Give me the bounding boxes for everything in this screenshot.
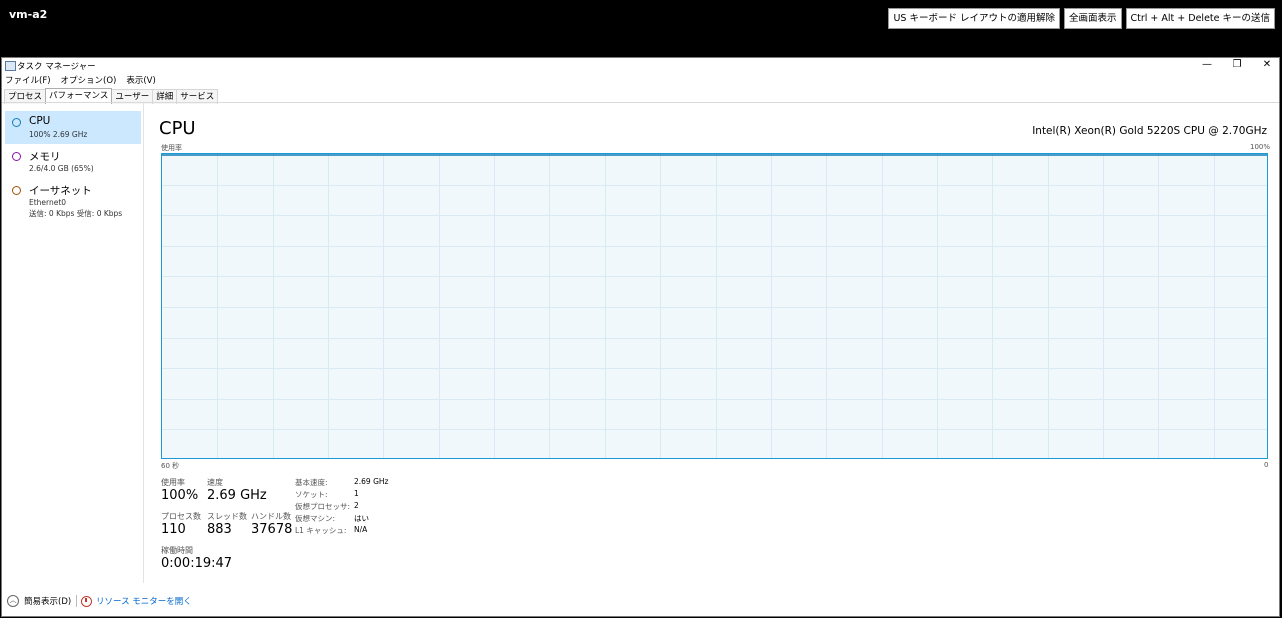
vm-top-bar: vm-a2 US キーボード レイアウトの適用解除 全画面表示 Ctrl + A… xyxy=(0,0,1282,57)
handles-label: ハンドル数 xyxy=(251,512,291,521)
page-title: CPU xyxy=(159,118,196,139)
uptime-value: 0:00:19:47 xyxy=(161,556,233,571)
sidebar-item-sub: Ethernet0 xyxy=(29,198,67,207)
detail-label: L1 キャッシュ: xyxy=(295,526,347,535)
fewer-details-label: 簡易表示(D) xyxy=(24,597,72,607)
uptime-label: 稼働時間 xyxy=(161,546,193,555)
restore-button[interactable]: ❐ xyxy=(1222,58,1252,73)
detail-value: 2 xyxy=(354,501,359,510)
detail-label: 仮想マシン: xyxy=(295,514,336,523)
menu-bar: ファイル(F) オプション(O) 表示(V) xyxy=(5,74,156,86)
sidebar-item-sub: 2.6/4.0 GB (65%) xyxy=(29,164,94,173)
vm-toolbar: US キーボード レイアウトの適用解除 全画面表示 Ctrl + Alt + D… xyxy=(888,8,1275,29)
menu-options[interactable]: オプション(O) xyxy=(61,74,117,86)
processes-value: 110 xyxy=(161,522,186,537)
menu-view[interactable]: 表示(V) xyxy=(126,74,155,86)
cpu-model-name: Intel(R) Xeon(R) Gold 5220S CPU @ 2.70GH… xyxy=(1032,125,1267,137)
detail-label: 仮想プロセッサ: xyxy=(295,502,351,511)
open-resource-monitor-link[interactable]: リソース モニターを開く xyxy=(81,595,192,607)
threads-value: 883 xyxy=(207,522,232,537)
graph-label-usage: 使用率 xyxy=(161,144,182,152)
resource-monitor-label: リソース モニターを開く xyxy=(96,597,192,607)
release-keyboard-layout-button[interactable]: US キーボード レイアウトの適用解除 xyxy=(888,8,1060,29)
ethernet-ring-icon xyxy=(12,186,21,195)
sidebar-item-ethernet[interactable]: イーサネット Ethernet0 送信: 0 Kbps 受信: 0 Kbps xyxy=(5,179,141,221)
fewer-details-button[interactable]: ︿ 簡易表示(D) xyxy=(7,595,71,607)
resource-monitor-icon xyxy=(81,595,92,607)
threads-label: スレッド数 xyxy=(207,512,247,521)
tab-divider xyxy=(2,102,1279,103)
graph-label-time: 60 秒 xyxy=(161,462,180,470)
detail-label: 基本速度: xyxy=(295,478,328,487)
cpu-ring-icon xyxy=(12,118,21,127)
window-title: タスク マネージャー xyxy=(17,62,96,72)
resource-sidebar: CPU 100% 2.69 GHz メモリ 2.6/4.0 GB (65%) イ… xyxy=(2,103,144,583)
sidebar-item-memory[interactable]: メモリ 2.6/4.0 GB (65%) xyxy=(5,145,141,178)
detail-value: 2.69 GHz xyxy=(354,477,389,486)
graph-label-zero: 0 xyxy=(1264,461,1269,469)
task-manager-icon xyxy=(5,61,16,71)
graph-label-max: 100% xyxy=(1250,143,1271,151)
memory-ring-icon xyxy=(12,152,21,161)
usage-label: 使用率 xyxy=(161,478,185,487)
handles-value: 37678 xyxy=(251,522,293,537)
sidebar-item-label: CPU xyxy=(29,115,51,127)
menu-file[interactable]: ファイル(F) xyxy=(5,74,51,86)
chevron-up-icon: ︿ xyxy=(7,595,19,607)
processes-label: プロセス数 xyxy=(161,512,201,521)
sidebar-item-label: イーサネット xyxy=(29,185,92,197)
sidebar-item-cpu[interactable]: CPU 100% 2.69 GHz xyxy=(5,111,141,144)
sidebar-item-sub2: 送信: 0 Kbps 受信: 0 Kbps xyxy=(29,209,123,218)
send-ctrl-alt-delete-button[interactable]: Ctrl + Alt + Delete キーの送信 xyxy=(1125,8,1275,29)
detail-value: はい xyxy=(354,514,369,523)
sidebar-item-sub: 100% 2.69 GHz xyxy=(29,130,88,139)
footer-divider xyxy=(76,595,77,607)
detail-label: ソケット: xyxy=(295,490,328,499)
close-button[interactable]: ✕ xyxy=(1252,58,1282,73)
vm-name: vm-a2 xyxy=(9,8,48,21)
minimize-button[interactable]: — xyxy=(1192,58,1222,73)
detail-value: N/A xyxy=(354,525,368,534)
task-manager-window: タスク マネージャー — ❐ ✕ ファイル(F) オプション(O) 表示(V) … xyxy=(1,57,1280,617)
fullscreen-button[interactable]: 全画面表示 xyxy=(1063,8,1122,29)
speed-value: 2.69 GHz xyxy=(207,488,267,503)
speed-label: 速度 xyxy=(207,478,223,487)
usage-value: 100% xyxy=(161,488,199,503)
detail-value: 1 xyxy=(354,489,359,498)
sidebar-item-label: メモリ xyxy=(29,151,61,163)
title-bar: タスク マネージャー — ❐ ✕ xyxy=(2,58,1279,73)
cpu-usage-graph xyxy=(161,153,1268,459)
cpu-usage-graph-svg xyxy=(162,154,1267,458)
